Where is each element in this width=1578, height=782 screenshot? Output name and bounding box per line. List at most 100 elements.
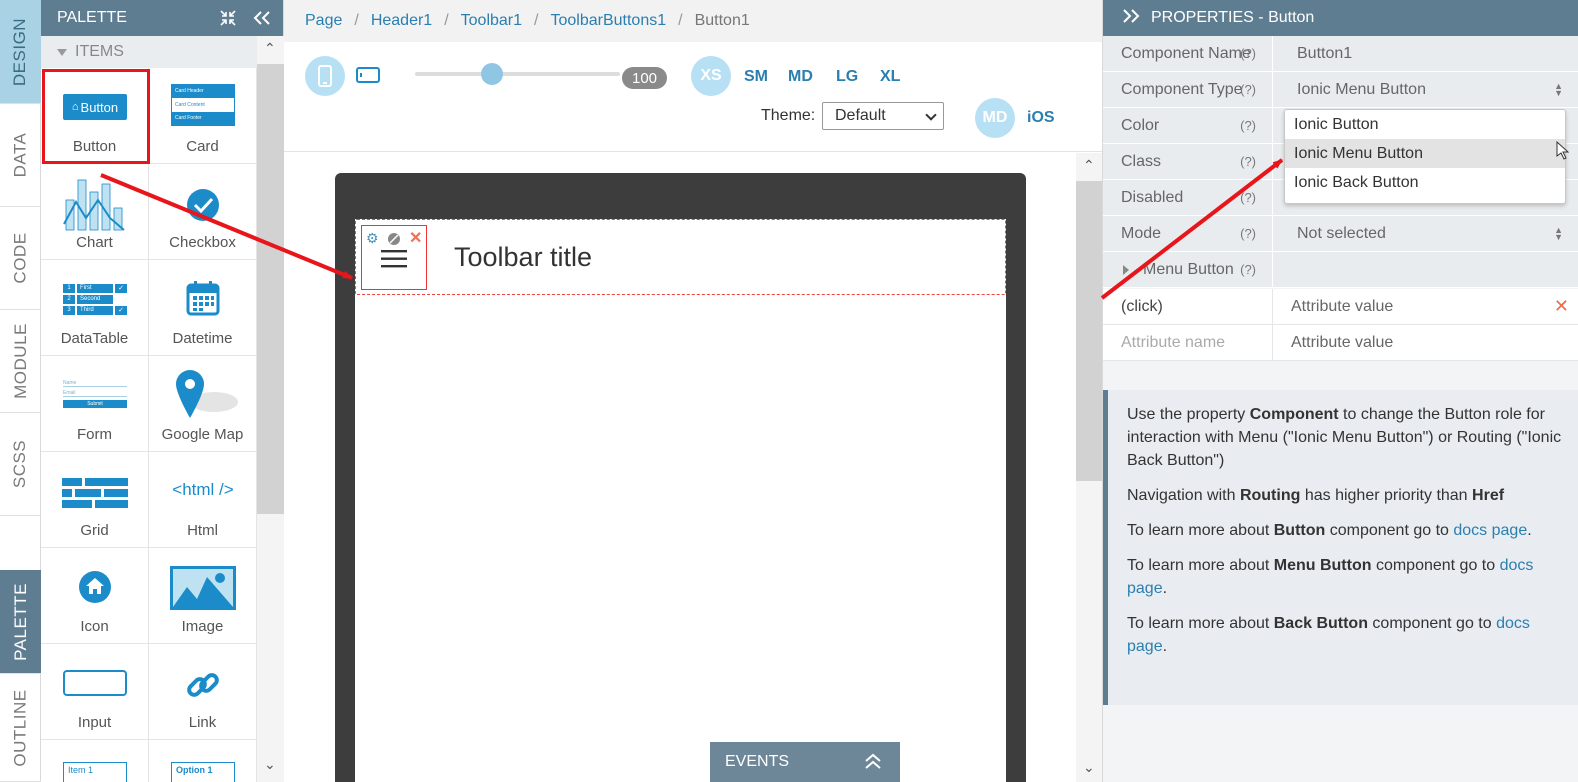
palette-item-datetime[interactable]: Datetime (149, 260, 257, 356)
palette-item-card[interactable]: Card Header Card Content Card Footer Car… (149, 68, 257, 164)
palette-item-partial-list[interactable]: Item 1 (41, 740, 149, 782)
prop-name-label: Color (?) (1103, 107, 1273, 144)
menu-button-component[interactable]: ⚙ ✕ (361, 225, 427, 290)
radio-item-preview: Option 1 (171, 762, 235, 782)
tab-palette[interactable]: PALETTE (0, 570, 41, 674)
card-footer-line: Card Footer (172, 112, 234, 125)
attr-name-input[interactable]: Attribute name (1103, 324, 1273, 361)
breadcrumb-header1[interactable]: Header1 (371, 12, 432, 30)
phone-icon (318, 65, 332, 87)
phone-landscape-button[interactable] (356, 67, 380, 88)
help-marker[interactable]: (?) (1240, 82, 1256, 97)
palette-scroll-thumb[interactable] (257, 64, 284, 514)
dropdown-option-ionic-back-button[interactable]: Ionic Back Button (1285, 168, 1565, 197)
palette-item-grid[interactable]: Grid (41, 452, 149, 548)
toolbar-title[interactable]: Toolbar title (454, 242, 592, 273)
tab-code-label: CODE (10, 232, 30, 284)
attr-value-input[interactable]: Attribute value (1273, 325, 1578, 361)
tab-data[interactable]: DATA (0, 104, 41, 207)
scroll-up-icon[interactable]: ⌃ (264, 40, 276, 57)
canvas-scrollbar[interactable]: ⌃ ⌄ (1076, 153, 1102, 782)
events-panel-toggle[interactable]: EVENTS (710, 742, 900, 782)
tab-module[interactable]: MODULE (0, 310, 41, 413)
tab-design[interactable]: DESIGN (0, 0, 41, 104)
palette-item-chart[interactable]: Chart (41, 164, 149, 260)
mode-select[interactable]: Not selected ▲ ▼ (1273, 216, 1578, 252)
remove-attribute-icon[interactable]: ✕ (1554, 296, 1569, 317)
breadcrumb-toolbarbuttons1[interactable]: ToolbarButtons1 (550, 12, 666, 30)
scroll-up-icon[interactable]: ⌃ (1083, 157, 1095, 174)
double-chevron-right-icon[interactable] (1121, 8, 1141, 29)
header-component[interactable]: ⚙ ✕ Toolbar title (355, 219, 1006, 295)
zoom-value: 100 (622, 67, 667, 89)
collapse-arrows-icon[interactable] (215, 9, 241, 27)
dropdown-option-ionic-menu-button[interactable]: Ionic Menu Button (1285, 139, 1565, 168)
chart-icon (41, 174, 149, 232)
gear-icon[interactable]: ⚙ (366, 230, 379, 247)
help-marker[interactable]: (?) (1240, 226, 1256, 241)
palette-scrollbar[interactable]: ⌃ ⌄ (257, 36, 284, 782)
help-marker[interactable]: (?) (1240, 46, 1256, 61)
zoom-slider-track[interactable] (415, 72, 620, 76)
tab-code[interactable]: CODE (0, 207, 41, 310)
theme-select[interactable]: Default (822, 102, 944, 130)
dropdown-option-ionic-button[interactable]: Ionic Button (1285, 110, 1565, 139)
grid-icon (41, 478, 149, 508)
chevron-down-icon (925, 109, 937, 121)
palette-header: PALETTE (41, 0, 283, 36)
component-name-field[interactable]: Button1 (1273, 36, 1578, 72)
expand-triangle-icon[interactable] (1123, 264, 1129, 275)
breakpoint-xl[interactable]: XL (880, 68, 900, 86)
breakpoint-sm[interactable]: SM (744, 68, 768, 86)
help-marker[interactable]: (?) (1240, 190, 1256, 205)
breakpoint-md[interactable]: MD (788, 68, 813, 86)
breadcrumb-toolbar1[interactable]: Toolbar1 (461, 12, 522, 30)
help-marker[interactable]: (?) (1240, 262, 1256, 277)
tab-module-label: MODULE (10, 323, 30, 399)
palette-item-google-map[interactable]: Google Map (149, 356, 257, 452)
docs-link-button[interactable]: docs page (1453, 522, 1527, 539)
breakpoint-lg[interactable]: LG (836, 68, 858, 86)
help-marker[interactable]: (?) (1240, 154, 1256, 169)
link-icon (149, 666, 257, 704)
palette-item-label: Grid (80, 522, 109, 539)
breakpoint-xs[interactable]: XS (691, 56, 731, 96)
tab-scss[interactable]: SCSS (0, 413, 41, 516)
prop-row-menu-button[interactable]: Menu Button (?) (1103, 251, 1578, 288)
table-cell: 1 (63, 284, 75, 293)
palette-item-datatable[interactable]: 1 First ✓ 2 Second 3 Third ✓ DataTable (41, 260, 149, 356)
phone-portrait-button[interactable] (305, 56, 345, 96)
breadcrumb-page[interactable]: Page (305, 12, 342, 30)
form-icon: Name Email Submit (41, 380, 149, 408)
image-icon (149, 566, 257, 610)
canvas-scroll-thumb[interactable] (1076, 181, 1102, 481)
palette-item-form[interactable]: Name Email Submit Form (41, 356, 149, 452)
prop-name: Component Type (1121, 80, 1243, 98)
tab-outline[interactable]: OUTLINE (0, 674, 41, 782)
palette-item-image[interactable]: Image (149, 548, 257, 644)
scroll-down-icon[interactable]: ⌄ (1083, 759, 1095, 776)
palette-item-partial-radio[interactable]: Option 1 (149, 740, 257, 782)
mode-ios-button[interactable]: iOS (1027, 109, 1055, 127)
palette-item-input[interactable]: Input (41, 644, 149, 740)
attr-name[interactable]: (click) (1103, 288, 1273, 325)
disable-icon[interactable] (387, 232, 401, 249)
items-section-header[interactable]: ITEMS (41, 36, 283, 68)
scroll-down-icon[interactable]: ⌄ (264, 756, 276, 773)
close-icon[interactable]: ✕ (409, 228, 422, 248)
help-paragraph: To learn more about Button component go … (1127, 522, 1532, 539)
attr-value-input[interactable]: Attribute value ✕ (1273, 289, 1578, 325)
palette-item-link[interactable]: Link (149, 644, 257, 740)
double-chevron-left-icon[interactable] (249, 10, 275, 26)
mode-md-button[interactable]: MD (975, 98, 1015, 138)
palette-item-label: Card (186, 138, 219, 155)
palette-item-icon[interactable]: Icon (41, 548, 149, 644)
attr-value-placeholder: Attribute value (1291, 297, 1394, 315)
prop-name-label: Component Type (?) (1103, 71, 1273, 108)
table-cell: 2 (63, 295, 75, 304)
palette-item-html[interactable]: <html /> Html (149, 452, 257, 548)
zoom-slider-handle[interactable] (481, 63, 503, 85)
help-marker[interactable]: (?) (1240, 118, 1256, 133)
palette-item-checkbox[interactable]: Checkbox (149, 164, 257, 260)
component-type-select[interactable]: Ionic Menu Button ▲ ▼ (1273, 72, 1578, 108)
